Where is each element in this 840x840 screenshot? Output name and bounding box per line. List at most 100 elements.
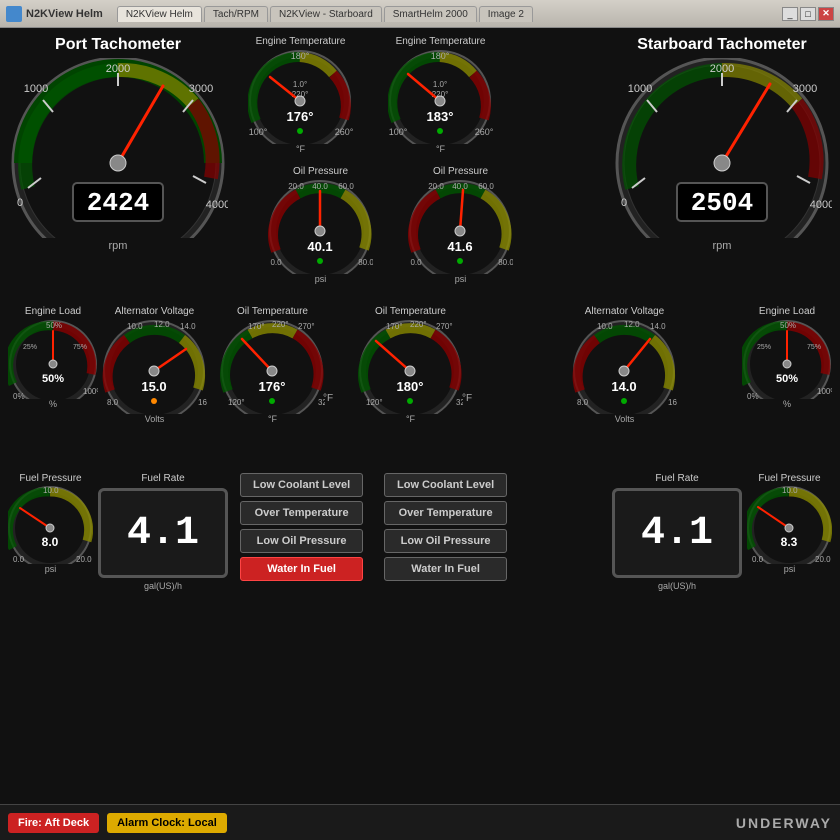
app-icon — [6, 6, 22, 22]
svg-text:75%: 75% — [73, 344, 87, 351]
svg-text:40.0: 40.0 — [452, 182, 468, 191]
alarm-status-badge[interactable]: Alarm Clock: Local — [107, 813, 227, 833]
stbd-engine-temp: Engine Temperature 100° 180° 260° 1.0° 2… — [388, 36, 493, 154]
fire-status-badge[interactable]: Fire: Aft Deck — [8, 813, 99, 833]
port-alternator-label: Alternator Voltage — [115, 306, 195, 317]
port-engine-temp: Engine Temperature 100° 180° 260° 1.0° 2… — [248, 36, 353, 154]
svg-text:0%: 0% — [747, 392, 759, 399]
svg-text:75%: 75% — [807, 344, 821, 351]
svg-text:60.0: 60.0 — [338, 182, 354, 191]
tab-tach[interactable]: Tach/RPM — [204, 6, 268, 22]
stbd-fuel-pressure-unit: psi — [784, 564, 796, 574]
svg-text:260°: 260° — [335, 127, 353, 137]
svg-text:20.0: 20.0 — [815, 555, 831, 564]
svg-text:10.0: 10.0 — [127, 322, 143, 331]
port-fuel-pressure: Fuel Pressure 0.0 10.0 20.0 8.0 psi — [8, 473, 93, 574]
svg-text:8.0: 8.0 — [107, 398, 119, 407]
stbd-alternator: Alternator Voltage 8.0 10.0 12.0 14.0 16… — [572, 306, 677, 424]
svg-text:270°: 270° — [436, 322, 453, 331]
dashboard: Port Tachometer — [0, 28, 840, 804]
svg-text:2000: 2000 — [710, 63, 734, 75]
stbd-tach-gauge: 0 1000 2000 3000 4000 2504 — [612, 58, 832, 238]
port-engine-load-unit: % — [49, 399, 57, 409]
svg-text:220°: 220° — [410, 320, 427, 329]
stbd-fuel-pressure-label: Fuel Pressure — [758, 473, 820, 484]
svg-text:0.0: 0.0 — [410, 258, 422, 267]
svg-text:100°: 100° — [249, 127, 268, 137]
port-alarm-low-coolant[interactable]: Low Coolant Level — [240, 473, 363, 497]
stbd-alternator-label: Alternator Voltage — [585, 306, 665, 317]
stbd-oil-temp-label: Oil Temperature — [375, 306, 446, 317]
svg-text:180°: 180° — [431, 51, 450, 61]
port-oil-temp-label: Oil Temperature — [237, 306, 308, 317]
port-oil-pressure-unit: psi — [315, 274, 327, 284]
svg-text:1000: 1000 — [628, 83, 652, 95]
port-oil-temp-unit-label: °F — [323, 393, 333, 404]
starboard-tachometer: Starboard Tachometer 0 1000 2000 3000 40… — [612, 36, 832, 252]
stbd-alarm-water-fuel[interactable]: Water In Fuel — [384, 557, 507, 581]
port-tachometer: Port Tachometer — [8, 36, 228, 252]
maximize-button[interactable]: □ — [800, 7, 816, 21]
svg-text:50%: 50% — [46, 321, 62, 330]
port-alternator-unit: Volts — [145, 414, 165, 424]
svg-text:20.0: 20.0 — [428, 182, 444, 191]
stbd-alarm-low-coolant[interactable]: Low Coolant Level — [384, 473, 507, 497]
port-engine-load: Engine Load 0% 50% 100% 25% 75% 50% % — [8, 306, 98, 409]
svg-text:8.0: 8.0 — [42, 535, 59, 549]
svg-text:80.0: 80.0 — [498, 258, 513, 267]
svg-text:2504: 2504 — [691, 188, 753, 218]
stbd-oil-temp: Oil Temperature 120° 170° 220° 270° 320°… — [358, 306, 463, 424]
window-controls[interactable]: _ □ ✕ — [782, 7, 834, 21]
port-fuel-rate-label: Fuel Rate — [98, 473, 228, 484]
tab-helm[interactable]: N2KView Helm — [117, 6, 202, 22]
svg-text:10.0: 10.0 — [43, 486, 59, 495]
port-oil-pressure-gauge: 0.0 20.0 40.0 60.0 80.0 40.1 — [268, 179, 373, 274]
svg-text:16.0: 16.0 — [668, 398, 677, 407]
minimize-button[interactable]: _ — [782, 7, 798, 21]
stbd-oil-temp-gauge: 120° 170° 220° 270° 320° 180° — [358, 319, 463, 414]
port-alternator: Alternator Voltage 8.0 10.0 12.0 14.0 16… — [102, 306, 207, 424]
stbd-oil-temp-unit-label: °F — [462, 393, 472, 404]
tab-smarthelm[interactable]: SmartHelm 2000 — [384, 6, 477, 22]
svg-text:120°: 120° — [366, 398, 383, 407]
port-alarm-over-temp[interactable]: Over Temperature — [240, 501, 363, 525]
tab-starboard[interactable]: N2KView - Starboard — [270, 6, 382, 22]
stbd-alarm-low-oil[interactable]: Low Oil Pressure — [384, 529, 507, 553]
stbd-engine-temp-gauge: 100° 180° 260° 1.0° 220° 183° — [388, 49, 493, 144]
svg-text:176°: 176° — [259, 379, 286, 394]
port-tach-unit: rpm — [109, 240, 128, 252]
svg-text:100°: 100° — [389, 127, 408, 137]
svg-text:80.0: 80.0 — [358, 258, 373, 267]
port-alarm-low-oil[interactable]: Low Oil Pressure — [240, 529, 363, 553]
stbd-oil-temp-unit: °F — [406, 414, 415, 424]
stbd-alarm-over-temp[interactable]: Over Temperature — [384, 501, 507, 525]
port-fuel-pressure-gauge: 0.0 10.0 20.0 8.0 — [8, 486, 93, 564]
stbd-fuel-pressure: Fuel Pressure 0.0 10.0 20.0 8.3 psi — [747, 473, 832, 574]
close-button[interactable]: ✕ — [818, 7, 834, 21]
svg-text:1.0°: 1.0° — [293, 80, 307, 89]
port-fuel-pressure-unit: psi — [45, 564, 57, 574]
svg-text:0.0: 0.0 — [270, 258, 282, 267]
svg-text:50%: 50% — [42, 373, 64, 385]
svg-text:0.0: 0.0 — [752, 555, 764, 564]
svg-text:60.0: 60.0 — [478, 182, 494, 191]
svg-text:40.0: 40.0 — [312, 182, 328, 191]
port-alternator-gauge: 8.0 10.0 12.0 14.0 16.0 15.0 — [102, 319, 207, 414]
svg-text:12.0: 12.0 — [624, 320, 640, 329]
svg-text:25%: 25% — [23, 344, 37, 351]
tab-image[interactable]: Image 2 — [479, 6, 533, 22]
stbd-tach-title: Starboard Tachometer — [637, 36, 807, 54]
svg-text:14.0: 14.0 — [611, 379, 636, 394]
port-alarm-water-fuel[interactable]: Water In Fuel — [240, 557, 363, 581]
svg-text:100%: 100% — [83, 387, 98, 396]
svg-text:8.3: 8.3 — [781, 535, 798, 549]
port-engine-temp-label: Engine Temperature — [256, 36, 346, 47]
mode-status: UNDERWAY — [736, 815, 832, 831]
port-oil-temp-unit: °F — [268, 414, 277, 424]
stbd-engine-temp-label: Engine Temperature — [396, 36, 486, 47]
port-alarm-panel: Low Coolant Level Over Temperature Low O… — [240, 473, 363, 581]
svg-text:170°: 170° — [248, 322, 265, 331]
svg-text:40.1: 40.1 — [307, 239, 332, 254]
stbd-engine-load: Engine Load 0% 50% 100% 25% 75% 50% % — [742, 306, 832, 409]
svg-text:2000: 2000 — [106, 63, 130, 75]
